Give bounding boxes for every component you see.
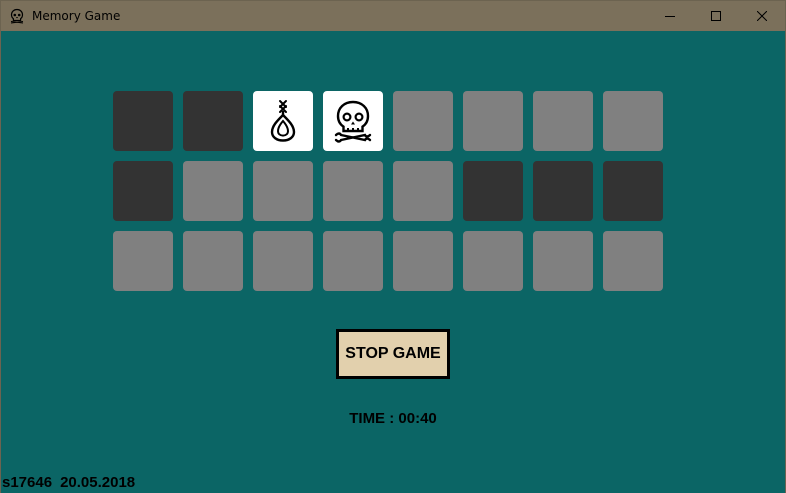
card-r3-c7[interactable] [533, 231, 593, 291]
card-r3-c1[interactable] [113, 231, 173, 291]
timer-label: TIME : 00:40 [349, 410, 437, 427]
card-r3-c6[interactable] [463, 231, 523, 291]
card-r1-c5[interactable] [393, 91, 453, 151]
card-r1-c3 [253, 91, 313, 151]
card-r2-c2[interactable] [183, 161, 243, 221]
card-r2-c8 [603, 161, 663, 221]
card-r2-c6 [463, 161, 523, 221]
card-grid [113, 91, 663, 291]
stop-game-button[interactable]: STOP GAME [336, 329, 450, 379]
card-r1-c1 [113, 91, 173, 151]
window-title: Memory Game [32, 9, 121, 23]
card-r2-c5[interactable] [393, 161, 453, 221]
card-r1-c7[interactable] [533, 91, 593, 151]
card-r3-c3[interactable] [253, 231, 313, 291]
card-r2-c7 [533, 161, 593, 221]
skull-crossbones-icon [334, 100, 372, 143]
card-r3-c4[interactable] [323, 231, 383, 291]
card-r2-c4[interactable] [323, 161, 383, 221]
footer: s17646 20.05.2018 [2, 474, 135, 491]
title-bar[interactable]: Memory Game [1, 1, 785, 31]
card-r1-c8[interactable] [603, 91, 663, 151]
close-icon [757, 11, 767, 21]
minimize-button[interactable] [647, 1, 693, 31]
card-r2-c3[interactable] [253, 161, 313, 221]
game-area: STOP GAME TIME : 00:40 s17646 20.05.2018 [1, 31, 785, 493]
maximize-icon [711, 11, 721, 21]
card-r1-c4 [323, 91, 383, 151]
footer-date: 20.05.2018 [60, 474, 136, 491]
skull-icon [10, 8, 24, 24]
card-r3-c2[interactable] [183, 231, 243, 291]
card-r3-c8[interactable] [603, 231, 663, 291]
maximize-button[interactable] [693, 1, 739, 31]
noose-icon [270, 100, 296, 142]
card-r2-c1 [113, 161, 173, 221]
close-button[interactable] [739, 1, 785, 31]
card-r1-c6[interactable] [463, 91, 523, 151]
app-window: Memory Game STOP GAME TIME : 00:40 s1764… [0, 0, 786, 493]
card-r3-c5[interactable] [393, 231, 453, 291]
card-r1-c2 [183, 91, 243, 151]
student-id: s17646 [2, 474, 53, 491]
minimize-icon [665, 16, 675, 17]
